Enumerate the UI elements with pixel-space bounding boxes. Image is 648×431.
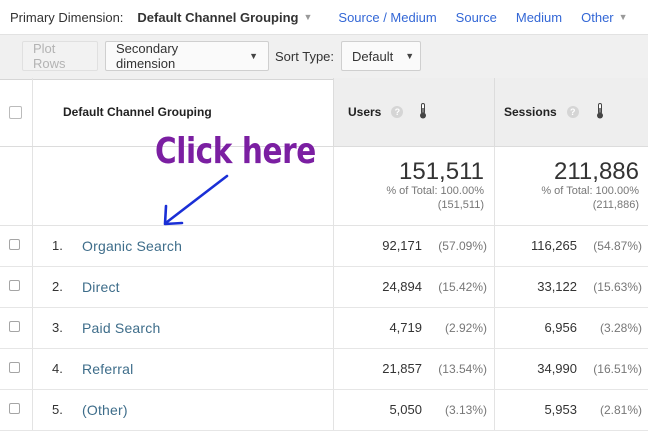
row-rank: 2. <box>52 279 63 294</box>
dimension-column-title: Default Channel Grouping <box>63 105 212 119</box>
users-value: 4,719 <box>389 320 422 335</box>
row-rank: 3. <box>52 320 63 335</box>
table-header: Default Channel Grouping Users? Sessions… <box>0 78 648 147</box>
dimension-link-other[interactable]: Other <box>581 10 614 25</box>
row-checkbox[interactable] <box>9 239 20 250</box>
sort-type-label: Sort Type: <box>275 49 335 64</box>
click-here-annotation: Click here <box>155 131 316 172</box>
users-value: 5,050 <box>389 402 422 417</box>
row-rank: 1. <box>52 238 63 253</box>
sessions-total-sub: (211,886) <box>592 199 639 211</box>
channel-link[interactable]: Direct <box>82 279 120 295</box>
users-column-title: Users <box>348 105 382 119</box>
sort-type-dropdown[interactable]: Default ▼ <box>341 41 421 71</box>
table-row: 5. (Other) 5,050 (3.13%) 5,953 (2.81%) <box>0 390 648 431</box>
sessions-percent: (54.87%) <box>593 239 642 253</box>
row-rank: 5. <box>52 402 63 417</box>
sessions-percent: (3.28%) <box>599 321 642 335</box>
users-percent: (3.13%) <box>444 403 487 417</box>
secondary-dimension-label: Secondary dimension <box>116 41 179 71</box>
channel-link[interactable]: (Other) <box>82 402 128 418</box>
channel-link[interactable]: Organic Search <box>82 238 182 254</box>
users-total-sub: (151,511) <box>437 199 484 211</box>
report-toolbar: Plot Rows Secondary dimension ▼ Sort Typ… <box>0 34 648 80</box>
row-checkbox[interactable] <box>9 403 20 414</box>
dropdown-caret-icon[interactable]: ▼ <box>619 12 628 22</box>
row-checkbox[interactable] <box>9 362 20 373</box>
arrow-annotation-icon <box>163 174 229 226</box>
sessions-total: 211,886 <box>554 158 639 185</box>
users-percent: (15.42%) <box>438 280 487 294</box>
users-value: 21,857 <box>382 361 422 376</box>
table-row: 4. Referral 21,857 (13.54%) 34,990 (16.5… <box>0 349 648 390</box>
users-percent: (2.92%) <box>444 321 487 335</box>
sessions-percent: (15.63%) <box>593 280 642 294</box>
sessions-total-pct: % of Total: 100.00% <box>541 185 639 197</box>
table-row: 2. Direct 24,894 (15.42%) 33,122 (15.63%… <box>0 267 648 308</box>
users-percent: (57.09%) <box>438 239 487 253</box>
sessions-column-header[interactable]: Sessions? <box>494 78 648 146</box>
secondary-dimension-dropdown[interactable]: Secondary dimension ▼ <box>105 41 269 71</box>
thermometer-icon[interactable] <box>596 103 604 119</box>
users-percent: (13.54%) <box>438 362 487 376</box>
plot-rows-label: Plot Rows <box>33 41 66 71</box>
sessions-value: 116,265 <box>530 238 577 253</box>
dropdown-caret-icon[interactable]: ▼ <box>303 12 312 22</box>
table-row: 3. Paid Search 4,719 (2.92%) 6,956 (3.28… <box>0 308 648 349</box>
channel-link[interactable]: Paid Search <box>82 320 160 336</box>
sort-type-value: Default <box>352 48 394 64</box>
sessions-column-title: Sessions <box>504 105 557 119</box>
primary-dimension-label: Primary Dimension: <box>10 9 124 25</box>
channel-link[interactable]: Referral <box>82 361 133 377</box>
sessions-value: 5,953 <box>544 402 577 417</box>
dimension-link-source[interactable]: Source <box>456 10 497 25</box>
users-total-pct: % of Total: 100.00% <box>386 185 484 197</box>
help-icon[interactable]: ? <box>566 106 579 118</box>
dimension-link-medium[interactable]: Medium <box>516 10 562 25</box>
users-total-cell: 151,511 % of Total: 100.00% (151,511) <box>333 147 494 225</box>
thermometer-icon[interactable] <box>419 103 427 119</box>
sessions-value: 33,122 <box>537 279 577 294</box>
users-value: 92,171 <box>382 238 422 253</box>
dimension-link-source-medium[interactable]: Source / Medium <box>338 10 436 25</box>
dropdown-caret-icon: ▼ <box>249 51 258 61</box>
sessions-value: 6,956 <box>544 320 577 335</box>
help-icon[interactable]: ? <box>391 106 404 118</box>
plot-rows-button[interactable]: Plot Rows <box>22 41 98 71</box>
users-column-header[interactable]: Users? <box>333 78 494 146</box>
dropdown-caret-icon: ▼ <box>405 51 415 61</box>
table-row: 1. Organic Search 92,171 (57.09%) 116,26… <box>0 226 648 267</box>
select-all-checkbox[interactable] <box>9 106 22 119</box>
sessions-total-cell: 211,886 % of Total: 100.00% (211,886) <box>494 147 648 225</box>
select-all-cell <box>0 78 33 146</box>
sessions-percent: (16.51%) <box>593 362 642 376</box>
primary-dimension-bar: Primary Dimension: Default Channel Group… <box>0 0 648 34</box>
sessions-percent: (2.81%) <box>599 403 642 417</box>
row-checkbox[interactable] <box>9 321 20 332</box>
active-dimension[interactable]: Default Channel Grouping <box>137 10 298 25</box>
users-value: 24,894 <box>382 279 422 294</box>
totals-row: 151,511 % of Total: 100.00% (151,511) 21… <box>0 147 648 226</box>
row-checkbox[interactable] <box>9 280 20 291</box>
row-rank: 4. <box>52 361 63 376</box>
sessions-value: 34,990 <box>537 361 577 376</box>
users-total: 151,511 <box>399 158 484 185</box>
